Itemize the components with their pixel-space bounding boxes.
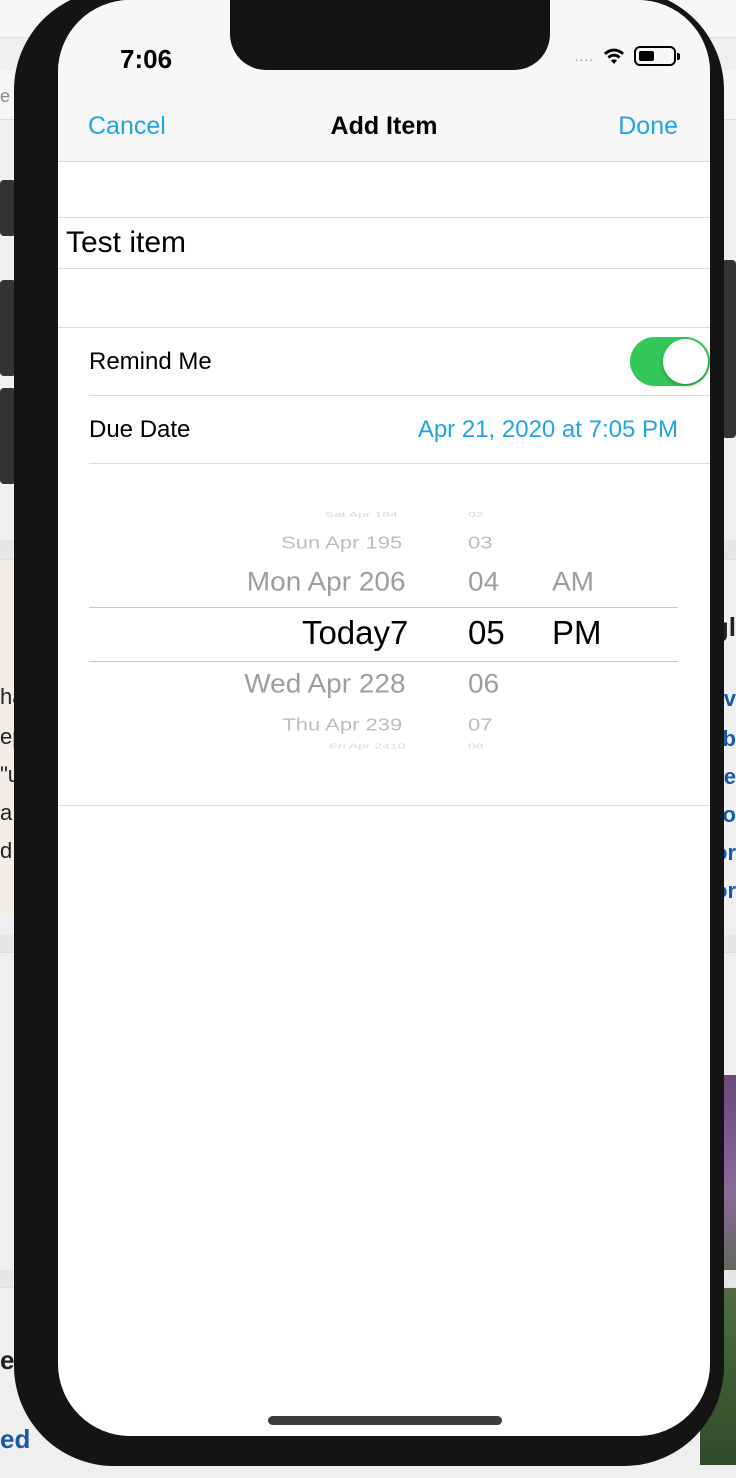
date-time-picker[interactable]: Sat Apr 18 Sun Apr 19 Mon Apr 20 Today Wed A… bbox=[58, 464, 710, 806]
iphone-device-frame: 7:06 .... Cancel Add Item Done Test item bbox=[14, 0, 724, 1466]
section-spacer bbox=[58, 162, 710, 217]
form-content: Test item Remind Me Due Date Apr 21, 202… bbox=[58, 162, 710, 806]
item-text-field[interactable]: Test item bbox=[58, 217, 710, 269]
picker-hour-item[interactable]: 6 bbox=[390, 567, 406, 597]
page-title: Add Item bbox=[330, 112, 438, 140]
picker-hour-item[interactable]: 10 bbox=[390, 742, 406, 751]
picker-minute-column[interactable]: 02 03 04 05 06 07 08 bbox=[468, 464, 538, 806]
done-button[interactable]: Done bbox=[618, 112, 678, 141]
status-icons: .... bbox=[574, 46, 680, 66]
picker-ampm-column[interactable]: AM PM bbox=[552, 464, 632, 806]
app-screen: 7:06 .... Cancel Add Item Done Test item bbox=[58, 0, 710, 1436]
bg-fragment: d bbox=[0, 838, 13, 863]
bg-fragment: e bbox=[0, 1345, 15, 1375]
picker-minute-item[interactable]: 03 bbox=[468, 533, 492, 554]
picker-minute-item[interactable]: 06 bbox=[468, 669, 499, 699]
due-date-row[interactable]: Due Date Apr 21, 2020 at 7:05 PM bbox=[89, 396, 710, 464]
picker-minute-item[interactable]: 05 bbox=[468, 614, 505, 652]
picker-minute-item[interactable]: 07 bbox=[468, 715, 492, 736]
picker-date-item[interactable]: Thu Apr 23 bbox=[282, 715, 390, 736]
picker-date-item[interactable]: Fri Apr 24 bbox=[329, 742, 390, 751]
picker-date-column[interactable]: Sat Apr 18 Sun Apr 19 Mon Apr 20 Today Wed A… bbox=[98, 464, 390, 806]
remind-me-toggle[interactable] bbox=[630, 337, 710, 386]
picker-minute-item[interactable]: 08 bbox=[468, 742, 484, 751]
bg-dark-block bbox=[722, 260, 736, 438]
wifi-icon bbox=[604, 48, 624, 64]
picker-ampm-item[interactable]: PM bbox=[552, 614, 602, 652]
picker-minute-item[interactable]: 02 bbox=[468, 510, 484, 519]
picker-minute-item[interactable]: 04 bbox=[468, 567, 499, 597]
picker-ampm-item[interactable]: AM bbox=[552, 567, 594, 597]
remind-me-row: Remind Me bbox=[89, 328, 710, 396]
picker-hour-item[interactable]: 8 bbox=[390, 669, 406, 699]
status-bar: 7:06 .... bbox=[58, 0, 710, 90]
picker-date-item[interactable]: Sun Apr 19 bbox=[281, 533, 390, 554]
battery-icon bbox=[634, 46, 680, 66]
bg-fragment: e bbox=[0, 86, 11, 106]
picker-date-item[interactable]: Sat Apr 18 bbox=[325, 510, 390, 519]
picker-date-item[interactable]: Mon Apr 20 bbox=[247, 567, 390, 597]
picker-date-item[interactable]: Today bbox=[302, 614, 390, 652]
toggle-knob bbox=[663, 339, 708, 384]
device-notch bbox=[230, 0, 550, 70]
picker-hour-column[interactable]: 4 5 6 7 8 9 10 bbox=[390, 464, 450, 806]
picker-hour-item[interactable]: 4 bbox=[390, 510, 398, 519]
bg-fragment: a bbox=[0, 800, 13, 825]
due-date-value[interactable]: Apr 21, 2020 at 7:05 PM bbox=[418, 416, 678, 444]
picker-hour-item[interactable]: 9 bbox=[390, 715, 402, 736]
status-time: 7:06 bbox=[120, 44, 173, 74]
bg-link-fragment: ed bbox=[0, 1424, 31, 1454]
home-indicator[interactable] bbox=[268, 1416, 502, 1425]
due-date-label: Due Date bbox=[89, 416, 191, 443]
picker-hour-item[interactable]: 5 bbox=[390, 533, 402, 554]
picker-hour-item[interactable]: 7 bbox=[390, 614, 408, 652]
navigation-bar: Cancel Add Item Done bbox=[58, 90, 710, 162]
signal-icon: .... bbox=[574, 48, 594, 64]
bg-link-fragment: o bbox=[722, 802, 736, 827]
picker-date-item[interactable]: Wed Apr 22 bbox=[244, 669, 390, 699]
remind-me-label: Remind Me bbox=[89, 348, 212, 375]
